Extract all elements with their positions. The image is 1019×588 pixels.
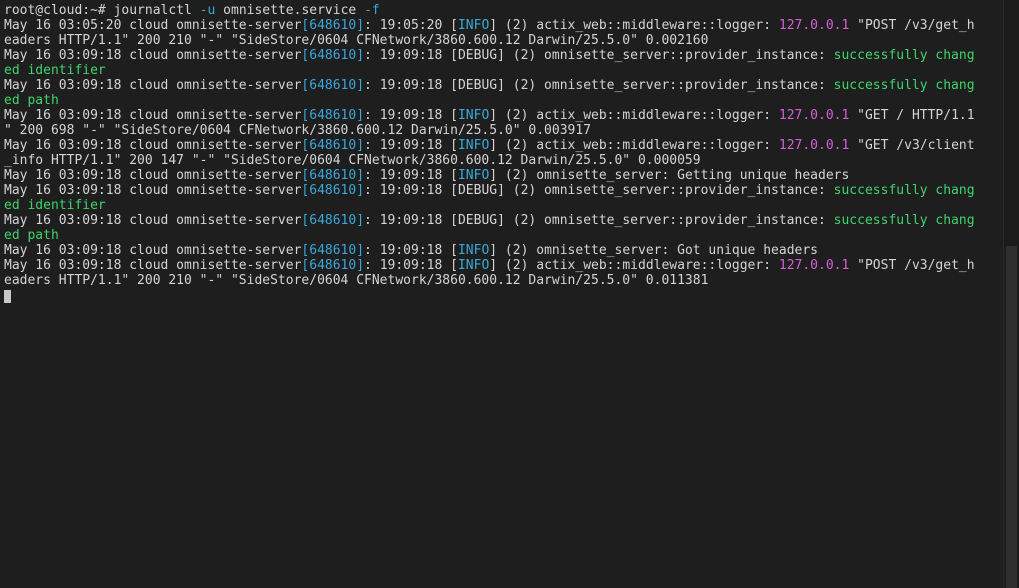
log-segment: INFO [457,18,490,33]
log-line: May 16 03:09:18 cloud omnisette-server[6… [4,243,1003,258]
log-segment: 127.0.0.1 [778,258,850,273]
log-segment: successfully chang [833,48,975,63]
log-segment: : 19:05:20 [ [364,18,458,33]
log-segment: ] (2) actix_web::middleware::logger: [489,258,779,273]
log-segment: ed path [4,93,59,108]
log-line: May 16 03:09:18 cloud omnisette-server[6… [4,78,1003,93]
command-flag: -f [364,3,380,18]
log-segment: INFO [457,243,490,258]
log-line: May 16 03:09:18 cloud omnisette-server[6… [4,138,1003,153]
log-segment: "GET /v3/client [849,138,975,153]
log-segment: [648610] [301,258,365,273]
log-line: ed identifier [4,198,1003,213]
log-segment: : 19:09:18 [DEBUG] (2) omnisette_server:… [364,213,834,228]
log-segment: successfully chang [833,78,975,93]
log-segment: : 19:09:18 [ [364,108,458,123]
log-line: May 16 03:09:18 cloud omnisette-server[6… [4,213,1003,228]
log-segment: eaders HTTP/1.1" 200 210 "-" "SideStore/… [4,33,709,48]
log-segment: May 16 03:09:18 cloud omnisette-server [4,168,302,183]
log-segment: [648610] [301,108,365,123]
log-segment: ] (2) omnisette_server: Got unique heade… [489,243,819,258]
log-segment: successfully chang [833,183,975,198]
log-segment: ed path [4,228,59,243]
log-segment: "GET / HTTP/1.1 [849,108,975,123]
log-segment: May 16 03:05:20 cloud omnisette-server [4,18,302,33]
log-segment: ] (2) omnisette_server: Getting unique h… [489,168,850,183]
log-line: May 16 03:09:18 cloud omnisette-server[6… [4,48,1003,63]
log-line: May 16 03:09:18 cloud omnisette-server[6… [4,258,1003,273]
log-segment: : 19:09:18 [ [364,138,458,153]
log-segment: : 19:09:18 [ [364,258,458,273]
log-segment: INFO [457,138,490,153]
log-segment: ed identifier [4,198,106,213]
log-segment: ed identifier [4,63,106,78]
log-segment: ] (2) actix_web::middleware::logger: [489,18,779,33]
log-segment: [648610] [301,213,365,228]
command-argument: omnisette.service [223,3,357,18]
log-line: eaders HTTP/1.1" 200 210 "-" "SideStore/… [4,273,1003,288]
terminal-window[interactable]: root@cloud:~# journalctl -u omnisette.se… [0,0,1003,588]
log-line: May 16 03:09:18 cloud omnisette-server[6… [4,183,1003,198]
log-line: _info HTTP/1.1" 200 147 "-" "SideStore/0… [4,153,1003,168]
log-segment: _info HTTP/1.1" 200 147 "-" "SideStore/0… [4,153,701,168]
log-segment: ] (2) actix_web::middleware::logger: [489,138,779,153]
log-segment: May 16 03:09:18 cloud omnisette-server [4,108,302,123]
log-line: ed path [4,228,1003,243]
log-segment: : 19:09:18 [DEBUG] (2) omnisette_server:… [364,48,834,63]
log-segment: [648610] [301,168,365,183]
log-line: ed identifier [4,63,1003,78]
log-segment: : 19:09:18 [ [364,243,458,258]
scrollbar-thumb[interactable] [1006,246,1017,588]
log-line: May 16 03:09:18 cloud omnisette-server[6… [4,168,1003,183]
log-segment: "POST /v3/get_h [849,258,975,273]
log-segment: May 16 03:09:18 cloud omnisette-server [4,213,302,228]
log-segment: [648610] [301,183,365,198]
input-line[interactable] [4,288,1003,303]
log-segment: May 16 03:09:18 cloud omnisette-server [4,78,302,93]
log-segment: : 19:09:18 [ [364,168,458,183]
scrollbar[interactable] [1003,0,1019,588]
command-name: journalctl [113,3,192,18]
log-segment: [648610] [301,243,365,258]
prompt-user-host: root@cloud:~# [4,3,106,18]
log-segment: 127.0.0.1 [778,18,850,33]
log-segment: May 16 03:09:18 cloud omnisette-server [4,48,302,63]
log-segment: [648610] [301,138,365,153]
log-segment: May 16 03:09:18 cloud omnisette-server [4,138,302,153]
log-segment: : 19:09:18 [DEBUG] (2) omnisette_server:… [364,183,834,198]
log-segment: 127.0.0.1 [778,108,850,123]
log-segment: successfully chang [833,213,975,228]
log-segment: "POST /v3/get_h [849,18,975,33]
log-segment: May 16 03:09:18 cloud omnisette-server [4,258,302,273]
log-segment: 127.0.0.1 [778,138,850,153]
log-segment: [648610] [301,18,365,33]
command-option: -u [199,3,216,18]
log-segment: INFO [457,258,490,273]
log-segment: INFO [457,108,490,123]
log-segment: " 200 698 "-" "SideStore/0604 CFNetwork/… [4,123,591,138]
log-output: May 16 03:05:20 cloud omnisette-server[6… [4,18,1003,288]
log-segment: ] (2) actix_web::middleware::logger: [489,108,779,123]
log-segment: : 19:09:18 [DEBUG] (2) omnisette_server:… [364,78,834,93]
log-segment: INFO [457,168,490,183]
log-segment: eaders HTTP/1.1" 200 210 "-" "SideStore/… [4,273,709,288]
log-line: May 16 03:05:20 cloud omnisette-server[6… [4,18,1003,33]
log-line: May 16 03:09:18 cloud omnisette-server[6… [4,108,1003,123]
log-line: eaders HTTP/1.1" 200 210 "-" "SideStore/… [4,33,1003,48]
log-segment: [648610] [301,48,365,63]
log-line: ed path [4,93,1003,108]
text-cursor [4,290,11,303]
log-line: " 200 698 "-" "SideStore/0604 CFNetwork/… [4,123,1003,138]
command-prompt-line: root@cloud:~# journalctl -u omnisette.se… [4,3,1003,18]
log-segment: May 16 03:09:18 cloud omnisette-server [4,183,302,198]
log-segment: [648610] [301,78,365,93]
log-segment: May 16 03:09:18 cloud omnisette-server [4,243,302,258]
